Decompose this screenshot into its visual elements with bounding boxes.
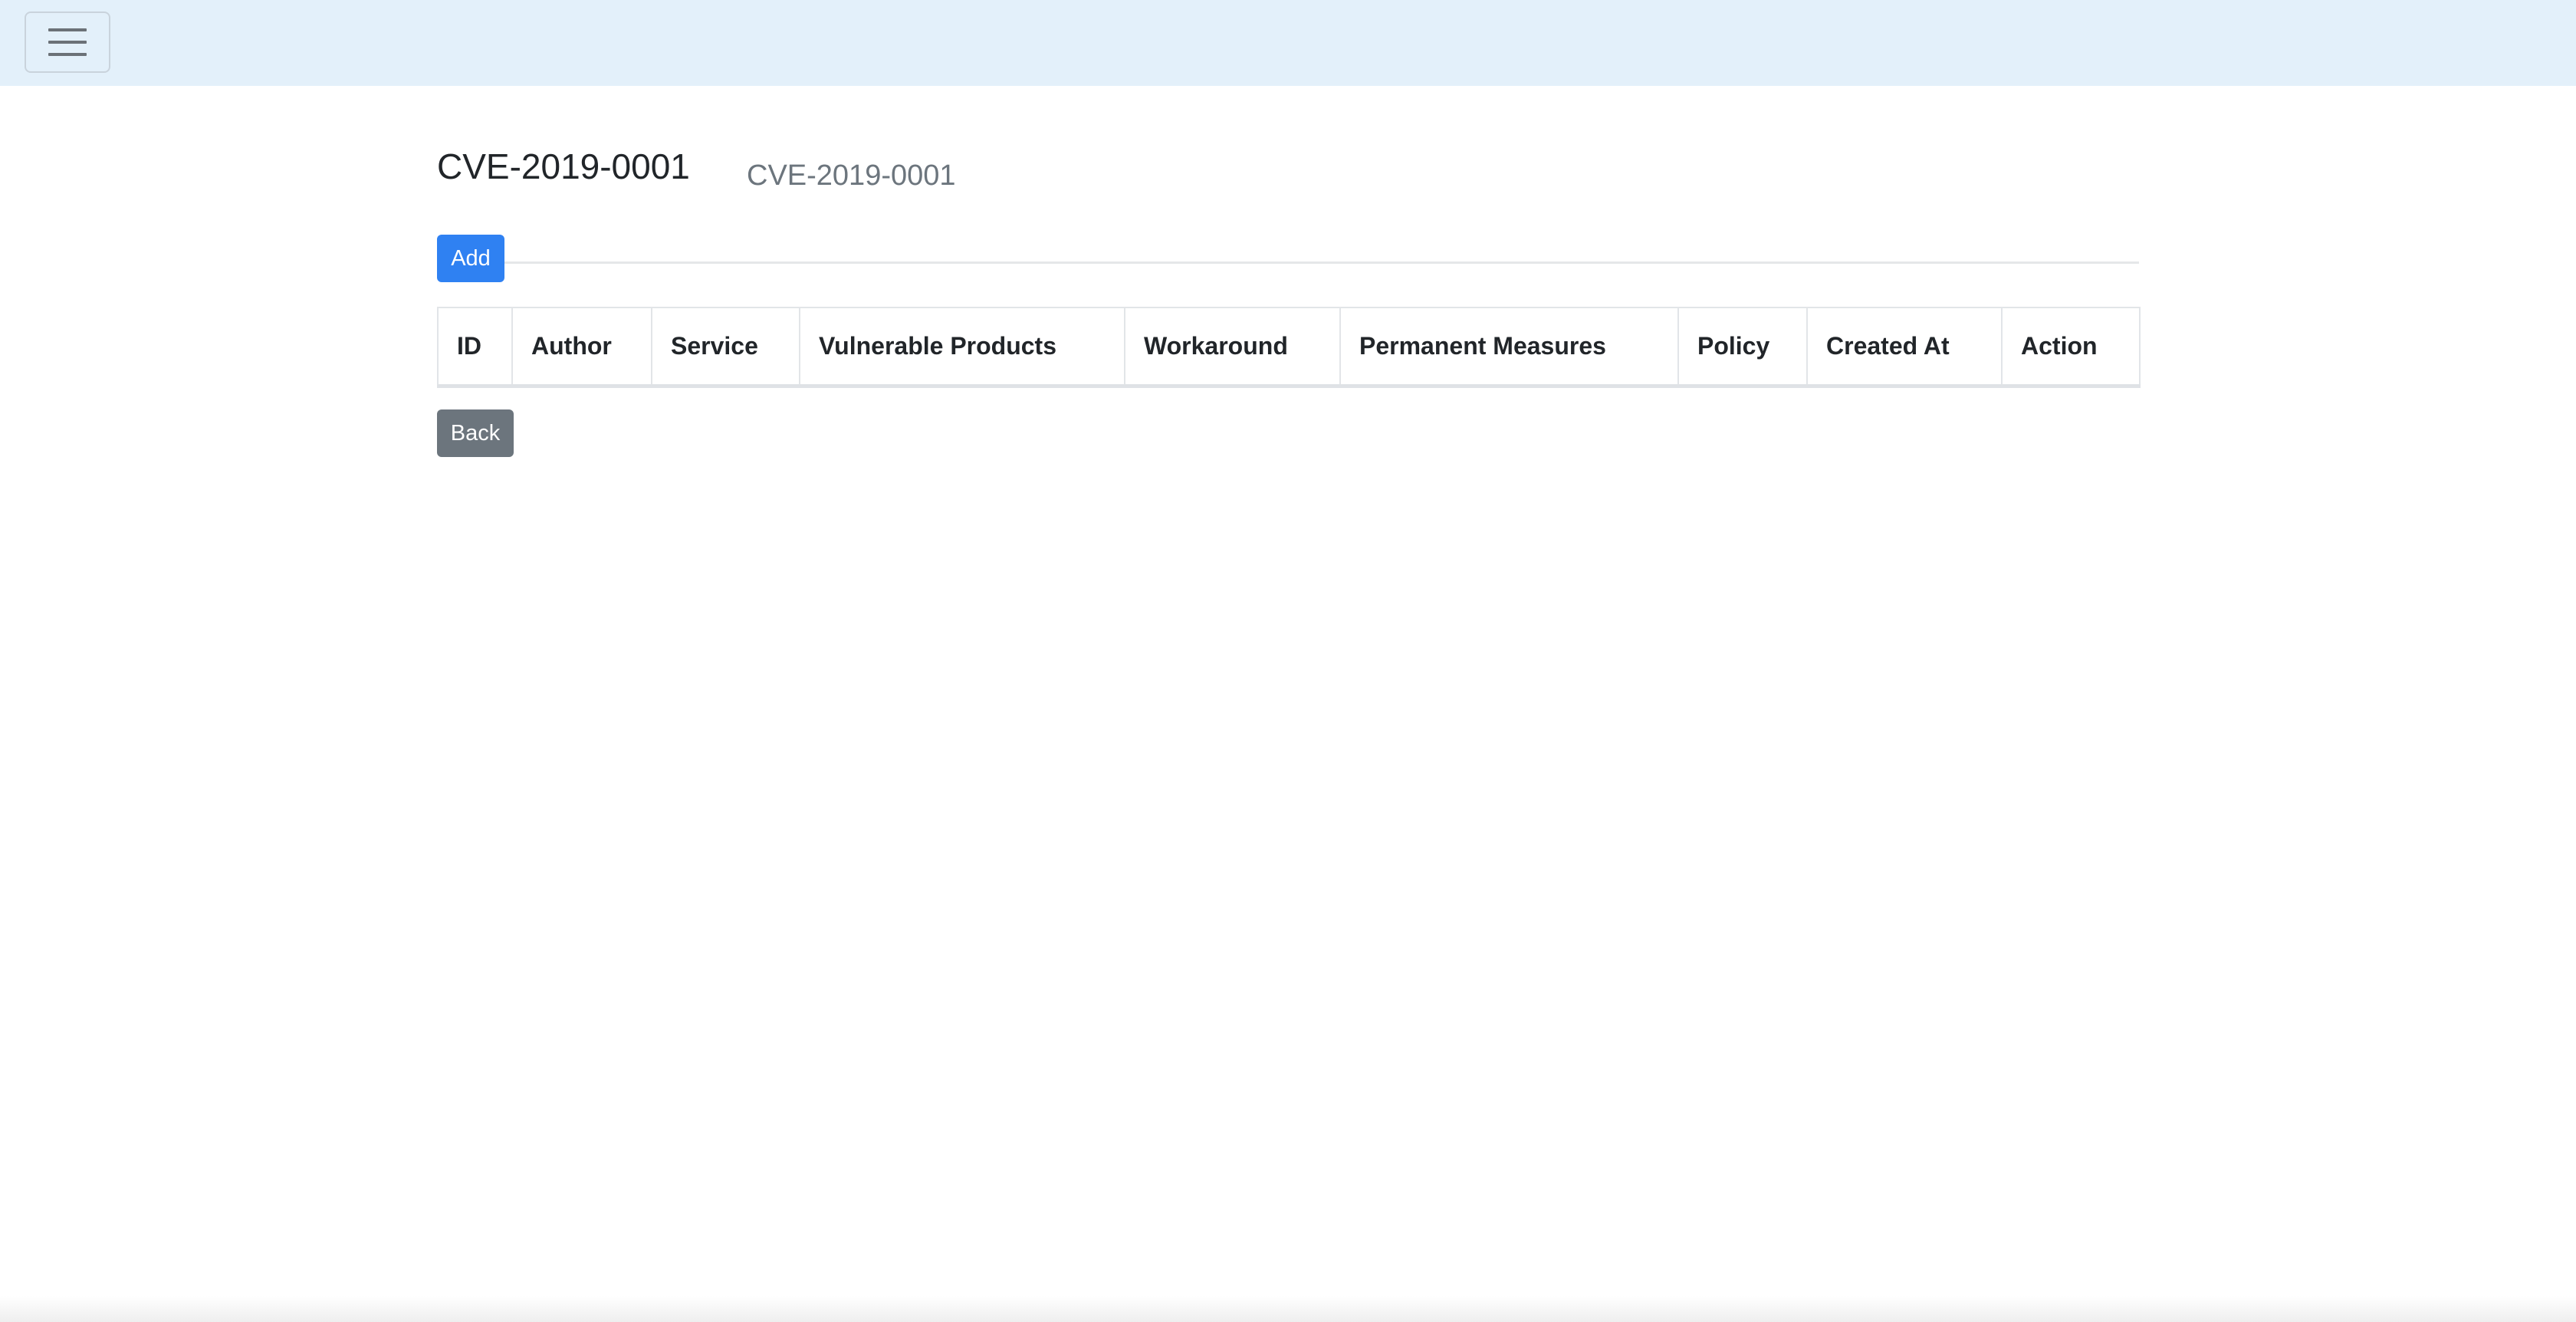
column-header-policy: Policy [1677, 307, 1808, 388]
column-header-created-at: Created At [1806, 307, 2003, 388]
hamburger-menu-icon[interactable] [25, 12, 110, 73]
data-table: ID Author Service Vulnerable Products Wo… [437, 307, 2141, 388]
column-header-workaround: Workaround [1124, 307, 1341, 388]
hamburger-bar [48, 28, 87, 31]
column-header-permanent-measures: Permanent Measures [1339, 307, 1679, 388]
page-subtitle: CVE-2019-0001 [747, 159, 956, 192]
window-bottom-shadow [0, 1296, 2576, 1322]
page-title: CVE-2019-0001 [437, 146, 690, 186]
column-header-action: Action [2001, 307, 2141, 388]
hamburger-bar [48, 53, 87, 56]
back-button[interactable]: Back [437, 409, 514, 457]
page-header [437, 152, 2139, 264]
top-navbar [0, 0, 2576, 86]
add-button[interactable]: Add [437, 235, 504, 282]
column-header-id: ID [437, 307, 513, 388]
column-header-author: Author [511, 307, 652, 388]
column-header-service: Service [651, 307, 800, 388]
column-header-vulnerable-products: Vulnerable Products [799, 307, 1125, 388]
table-header-row: ID Author Service Vulnerable Products Wo… [437, 307, 2141, 388]
hamburger-bar [48, 41, 87, 44]
